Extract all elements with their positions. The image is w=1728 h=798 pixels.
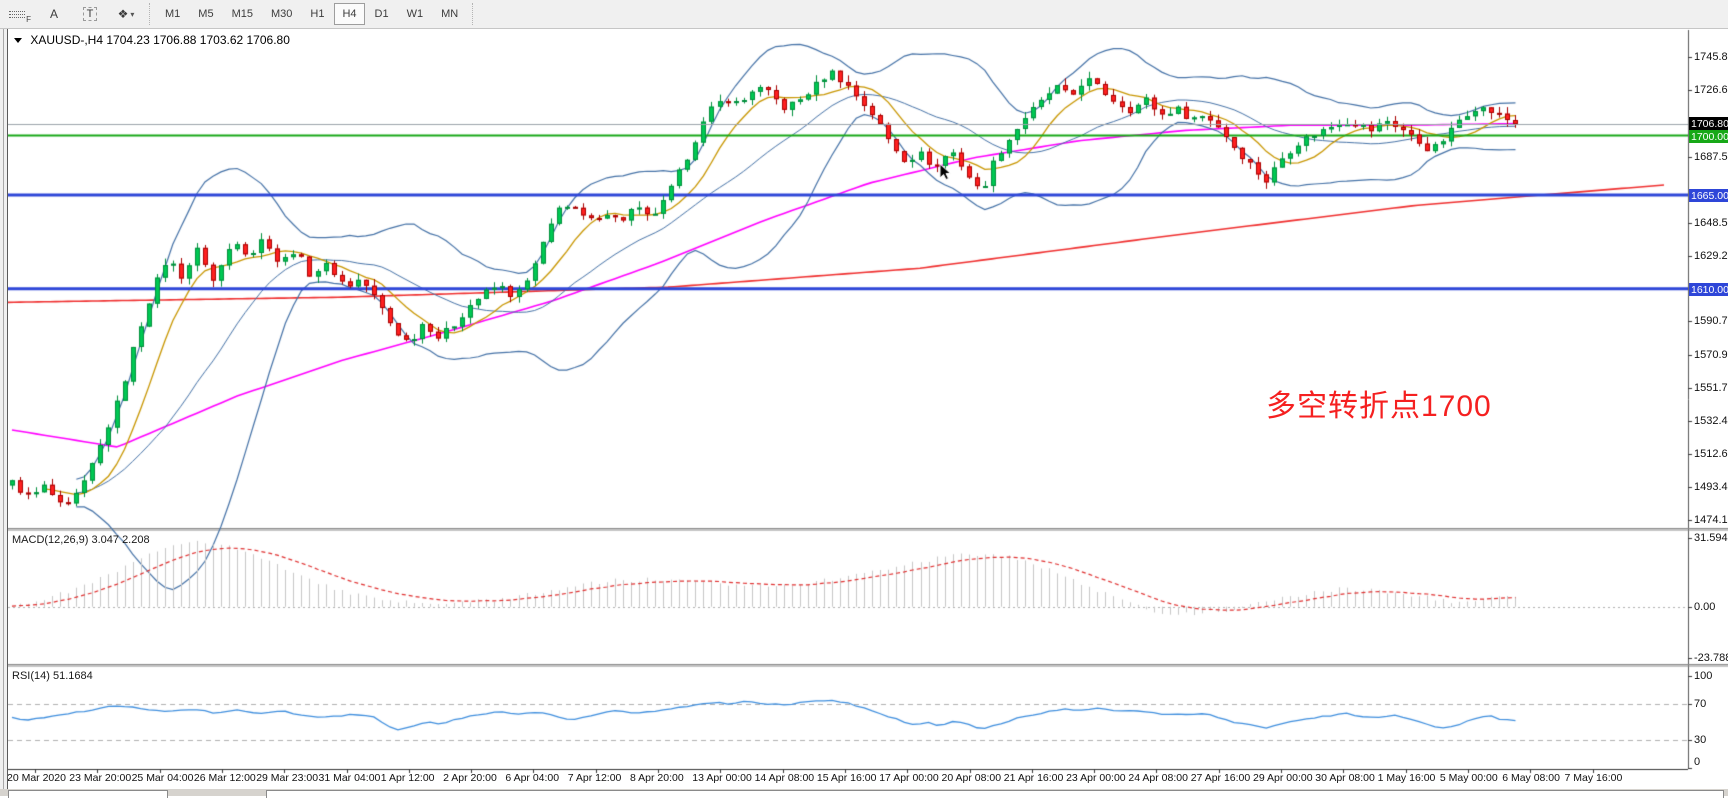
price-axis-tick: 1648.50 (1694, 217, 1728, 229)
time-axis-label: 23 Apr 00:00 (1066, 772, 1126, 784)
time-axis-label: 29 Apr 00:00 (1253, 772, 1313, 784)
time-axis-label: 17 Apr 00:00 (879, 772, 939, 784)
level-price-label: 1665.00 (1689, 189, 1728, 202)
label-tool-button[interactable]: T (73, 2, 107, 26)
time-axis-label: 14 Apr 08:00 (755, 772, 815, 784)
time-axis-label: 25 Mar 04:00 (132, 772, 194, 784)
rsi-axis-tick: 30 (1694, 734, 1706, 746)
price-axis-tick: 1745.85 (1694, 51, 1728, 63)
level-price-label: 1700.00 (1689, 130, 1728, 143)
toolbar-separator (149, 3, 151, 25)
price-axis-tick: 1629.25 (1694, 250, 1728, 262)
time-axis-label: 27 Apr 16:00 (1191, 772, 1251, 784)
rsi-axis-tick: 0 (1694, 756, 1700, 768)
time-axis-label: 7 Apr 12:00 (568, 772, 622, 784)
chart-tab-strip (0, 789, 1728, 796)
arrows-icon: ❖ (118, 7, 129, 21)
chart-tab[interactable] (266, 790, 1724, 798)
time-axis-label: 24 Apr 08:00 (1128, 772, 1188, 784)
price-axis-tick: 1726.60 (1694, 84, 1728, 96)
top-toolbar: F A T ❖ ▾ M1M5M15M30H1H4D1W1MN (0, 0, 1728, 29)
macd-indicator-label: MACD(12,26,9) 3.047 2.208 (12, 534, 150, 546)
chart-title: XAUUSD-,H4 1704.23 1706.88 1703.62 1706.… (14, 33, 290, 47)
price-axis-tick: 1551.70 (1694, 382, 1728, 394)
time-axis-label: 5 May 00:00 (1440, 772, 1498, 784)
text-tool-button[interactable]: A (37, 2, 71, 26)
rsi-indicator-label: RSI(14) 51.1684 (12, 670, 93, 682)
level-price-label: 1610.00 (1689, 283, 1728, 296)
chevron-down-icon (14, 38, 22, 43)
time-axis-label: 31 Mar 04:00 (319, 772, 381, 784)
time-axis-label: 20 Mar 2020 (7, 772, 66, 784)
time-axis-label: 23 Mar 20:00 (69, 772, 131, 784)
price-axis-tick: 1532.45 (1694, 415, 1728, 427)
time-axis-label: 7 May 16:00 (1565, 772, 1623, 784)
time-axis-label: 8 Apr 20:00 (630, 772, 684, 784)
current-price-label: 1706.80 (1689, 117, 1728, 130)
price-axis-tick: 1474.15 (1694, 514, 1728, 526)
time-axis-label: 6 Apr 04:00 (505, 772, 559, 784)
timeframe-button-h4[interactable]: H4 (334, 3, 364, 25)
rsi-axis-tick: 100 (1694, 670, 1712, 682)
fibonacci-tool-button[interactable]: F (1, 2, 35, 26)
price-axis-tick: 1570.95 (1694, 349, 1728, 361)
price-axis-tick: 1493.40 (1694, 481, 1728, 493)
timeframe-button-mn[interactable]: MN (433, 3, 466, 25)
arrows-tool-button[interactable]: ❖ ▾ (109, 2, 143, 26)
rsi-axis-tick: 70 (1694, 698, 1706, 710)
macd-axis-tick: 31.594 (1694, 532, 1728, 544)
time-axis-label: 29 Mar 23:00 (256, 772, 318, 784)
price-axis-tick: 1512.65 (1694, 448, 1728, 460)
timeframe-button-m15[interactable]: M15 (224, 3, 261, 25)
macd-axis-tick: -23.788 (1694, 652, 1728, 664)
price-axis-tick: 1590.75 (1694, 315, 1728, 327)
price-axis-tick: 1687.55 (1694, 151, 1728, 163)
toolbar-separator (472, 3, 474, 25)
time-axis-label: 21 Apr 16:00 (1004, 772, 1064, 784)
timeframe-button-h1[interactable]: H1 (302, 3, 332, 25)
fibonacci-icon: F (9, 11, 27, 18)
timeframe-button-m30[interactable]: M30 (263, 3, 300, 25)
time-axis-label: 30 Apr 08:00 (1315, 772, 1375, 784)
time-axis-label: 13 Apr 00:00 (692, 772, 752, 784)
chart-tab[interactable] (8, 790, 168, 798)
timeframe-button-m1[interactable]: M1 (157, 3, 188, 25)
timeframe-toolbar: M1M5M15M30H1H4D1W1MN (156, 3, 467, 25)
chart-symbol-timeframe: XAUUSD-,H4 (30, 33, 103, 47)
time-axis-label: 26 Mar 12:00 (194, 772, 256, 784)
chevron-down-icon: ▾ (130, 10, 134, 19)
text-tool-icon: A (50, 7, 58, 21)
timeframe-button-m5[interactable]: M5 (190, 3, 221, 25)
time-axis-label: 1 May 16:00 (1378, 772, 1436, 784)
time-axis-label: 6 May 08:00 (1502, 772, 1560, 784)
chart-ohlc-values: 1704.23 1706.88 1703.62 1706.80 (106, 33, 290, 47)
time-axis-label: 2 Apr 20:00 (443, 772, 497, 784)
window-left-edge (0, 28, 8, 796)
macd-axis-tick: 0.00 (1694, 601, 1715, 613)
time-axis-label: 1 Apr 12:00 (381, 772, 435, 784)
time-axis-label: 20 Apr 08:00 (942, 772, 1002, 784)
label-tool-icon: T (83, 7, 98, 21)
chart-text-annotation: 多空转折点1700 (1266, 381, 1492, 425)
timeframe-button-d1[interactable]: D1 (367, 3, 397, 25)
time-axis-label: 15 Apr 16:00 (817, 772, 877, 784)
timeframe-button-w1[interactable]: W1 (399, 3, 432, 25)
